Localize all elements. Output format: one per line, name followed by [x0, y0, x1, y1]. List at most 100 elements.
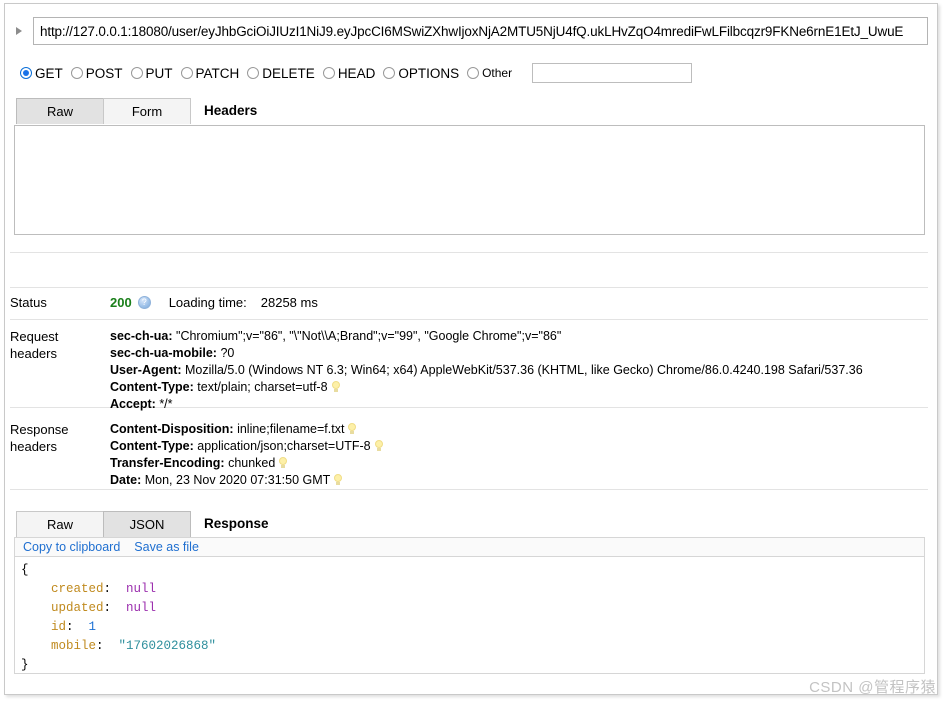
status-section: Status 200 Loading time: 28258 ms: [10, 294, 928, 311]
radio-dot-icon[interactable]: [467, 67, 480, 79]
divider-request-headers: [10, 319, 928, 320]
response-title: Response: [204, 516, 269, 531]
radio-dot-icon[interactable]: [70, 67, 83, 79]
json-brace: {: [21, 563, 29, 577]
radio-method-delete[interactable]: DELETE: [247, 66, 315, 81]
json-line: created: null: [21, 580, 924, 599]
radio-method-head[interactable]: HEAD: [322, 65, 376, 81]
header-value: application/json;charset=UTF-8: [193, 439, 371, 453]
loading-time-label: Loading time:: [168, 295, 247, 310]
header-line: Date: Mon, 23 Nov 2020 07:31:50 GMT: [110, 472, 928, 489]
json-colon: :: [66, 620, 89, 634]
json-value: 1: [88, 620, 97, 634]
triangle-right-icon[interactable]: [12, 23, 28, 39]
json-key: mobile: [21, 639, 97, 653]
tab-form-request[interactable]: Form: [103, 98, 191, 124]
request-headers-label-line2: headers: [10, 346, 57, 361]
tab-raw-request[interactable]: Raw: [16, 98, 104, 124]
header-name: Date:: [110, 473, 142, 487]
json-line: }: [21, 656, 924, 673]
radio-method-post[interactable]: POST: [70, 65, 123, 81]
url-input[interactable]: [33, 17, 928, 45]
copy-to-clipboard-link[interactable]: Copy to clipboard: [23, 540, 120, 554]
lightbulb-icon[interactable]: [334, 474, 343, 485]
lightbulb-icon[interactable]: [331, 381, 340, 392]
radio-method-label: PATCH: [195, 65, 240, 81]
radio-method-label: HEAD: [337, 65, 376, 81]
json-line: {: [21, 561, 924, 580]
json-response-body[interactable]: { created: null updated: null id: 1 mobi…: [14, 556, 925, 674]
header-name: Accept:: [110, 397, 156, 411]
response-tabs: Raw JSON Response: [16, 511, 269, 537]
radio-method-label: OPTIONS: [398, 65, 460, 81]
json-value: null: [126, 582, 157, 596]
response-headers-label-line1: Response: [10, 422, 69, 437]
request-headers-list: sec-ch-ua: "Chromium";v="86", "\"Not\\A;…: [110, 328, 928, 413]
header-line: User-Agent: Mozilla/5.0 (Windows NT 6.3;…: [110, 362, 928, 379]
radio-method-other[interactable]: Other: [467, 66, 512, 80]
watermark: CSDN @管程序猿: [809, 679, 936, 696]
lightbulb-icon[interactable]: [348, 423, 357, 434]
header-value: chunked: [224, 456, 276, 470]
header-name: sec-ch-ua-mobile:: [110, 346, 217, 360]
radio-dot-icon[interactable]: [322, 67, 335, 79]
radio-dot-icon[interactable]: [180, 67, 193, 79]
radio-method-put[interactable]: PUT: [130, 65, 173, 81]
header-name: Content-Type:: [110, 439, 194, 453]
radio-method-get[interactable]: GET: [20, 66, 63, 81]
json-colon: :: [96, 639, 119, 653]
divider-status: [10, 287, 928, 288]
save-as-file-link[interactable]: Save as file: [134, 540, 199, 554]
header-line: Content-Type: application/json;charset=U…: [110, 438, 928, 455]
help-circle-icon[interactable]: [137, 296, 151, 309]
header-value: "Chromium";v="86", "\"Not\\A;Brand";v="9…: [172, 329, 562, 343]
json-line: updated: null: [21, 599, 924, 618]
divider-top: [10, 252, 928, 253]
url-bar: [10, 16, 928, 46]
radio-method-label: DELETE: [262, 65, 315, 81]
other-method-input[interactable]: [532, 63, 693, 83]
json-line: mobile: "17602026868": [21, 637, 924, 656]
header-line: Accept: */*: [110, 396, 928, 413]
header-name: Transfer-Encoding:: [110, 456, 225, 470]
header-value: Mozilla/5.0 (Windows NT 6.3; Win64; x64)…: [181, 363, 863, 377]
json-toolbar: Copy to clipboard Save as file: [14, 537, 925, 556]
radio-dot-icon[interactable]: [20, 67, 32, 79]
lightbulb-icon[interactable]: [374, 440, 383, 451]
header-name: User-Agent:: [110, 363, 182, 377]
tab-raw-response[interactable]: Raw: [16, 511, 104, 537]
request-headers-section: Request headers sec-ch-ua: "Chromium";v=…: [10, 328, 928, 413]
status-code: 200: [110, 295, 132, 310]
json-colon: :: [103, 582, 127, 596]
tab-json-response[interactable]: JSON: [103, 511, 191, 537]
header-name: Content-Disposition:: [110, 422, 234, 436]
radio-method-label: GET: [35, 65, 63, 81]
radio-dot-icon[interactable]: [383, 67, 396, 79]
header-value: ?0: [216, 346, 235, 360]
radio-method-label: PUT: [145, 65, 173, 81]
radio-method-label: POST: [85, 65, 123, 81]
request-headers-label: Request headers: [10, 328, 110, 362]
radio-dot-icon[interactable]: [130, 67, 143, 79]
json-key: id: [21, 620, 67, 634]
status-label: Status: [10, 295, 47, 310]
request-body-textarea[interactable]: [14, 125, 925, 235]
header-line: sec-ch-ua: "Chromium";v="86", "\"Not\\A;…: [110, 328, 928, 345]
header-name: Content-Type:: [110, 380, 194, 394]
request-headers-label-line1: Request: [10, 329, 59, 344]
header-line: sec-ch-ua-mobile: ?0: [110, 345, 928, 362]
radio-dot-icon[interactable]: [247, 67, 260, 79]
lightbulb-icon[interactable]: [279, 457, 288, 468]
http-method-radio-group: GET POST PUT PATCH DELETE HEAD OPTIONS Other: [20, 61, 928, 85]
divider-bottom: [10, 489, 928, 490]
header-line: Content-Type: text/plain; charset=utf-8: [110, 379, 928, 396]
status-value: 200 Loading time: 28258 ms: [110, 294, 928, 311]
response-headers-section: Response headers Content-Disposition: in…: [10, 421, 928, 489]
response-headers-label: Response headers: [10, 421, 110, 455]
response-headers-list: Content-Disposition: inline;filename=f.t…: [110, 421, 928, 489]
radio-method-label: Other: [482, 66, 513, 80]
header-name: sec-ch-ua:: [110, 329, 173, 343]
header-value: Mon, 23 Nov 2020 07:31:50 GMT: [141, 473, 331, 487]
radio-method-patch[interactable]: PATCH: [180, 65, 240, 81]
radio-method-options[interactable]: OPTIONS: [383, 66, 459, 81]
